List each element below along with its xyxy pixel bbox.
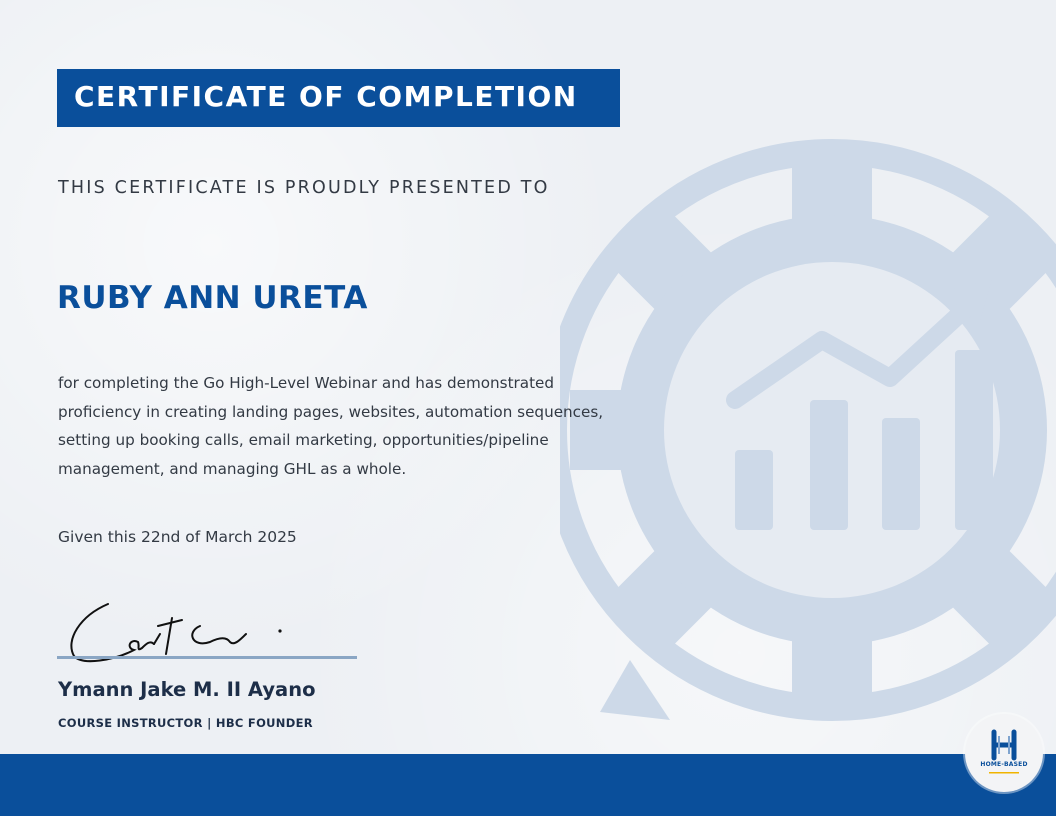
recipient-name: RUBY ANN URETA [57, 280, 368, 316]
signature-line [57, 656, 357, 659]
certificate-title: CERTIFICATE OF COMPLETION [74, 80, 578, 113]
completion-description: for completing the Go High-Level Webinar… [58, 374, 604, 478]
signer-name: Ymann Jake M. II Ayano [58, 678, 316, 701]
given-date: Given this 22nd of March 2025 [58, 528, 297, 546]
signer-role: COURSE INSTRUCTOR | HBC FOUNDER [58, 716, 313, 730]
hbc-logo-icon [989, 729, 1019, 774]
footer-band [0, 754, 1056, 816]
gear-growth-chart-icon [560, 139, 1056, 721]
hbc-logo: HOME-BASED [965, 714, 1043, 792]
presented-to-line: THIS CERTIFICATE IS PROUDLY PRESENTED TO [58, 178, 550, 198]
logo-text: HOME-BASED [980, 761, 1028, 768]
